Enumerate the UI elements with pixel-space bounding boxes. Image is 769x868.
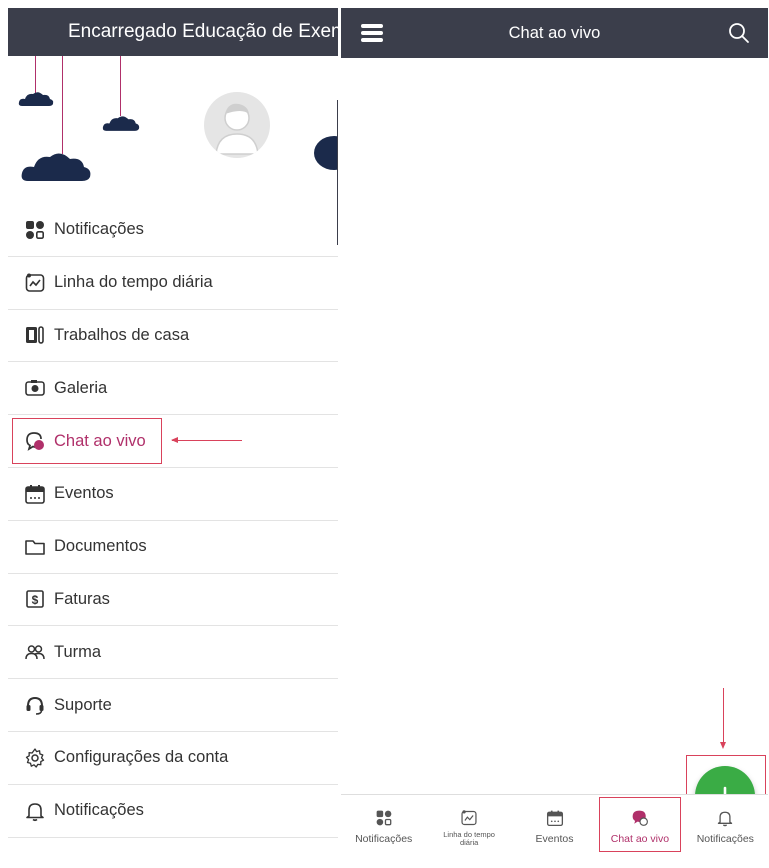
- tab-linha-do-tempo[interactable]: Linha do tempo diária: [426, 795, 511, 860]
- drawer-item-label: Eventos: [54, 484, 114, 503]
- people-icon: [24, 641, 46, 663]
- drawer-item-chat-ao-vivo[interactable]: Chat ao vivo: [8, 415, 338, 468]
- drawer-item-turma[interactable]: Turma: [8, 626, 338, 680]
- tab-label: Notificações: [355, 833, 413, 845]
- tab-chat-ao-vivo[interactable]: Chat ao vivo: [597, 795, 682, 860]
- drawer-item-label: Configurações da conta: [54, 748, 229, 767]
- bottom-tab-bar: Notificações Linha do tempo diária Event…: [341, 794, 768, 860]
- bell-icon: [716, 809, 734, 827]
- annotation-arrow: [720, 688, 726, 749]
- tab-notificacoes[interactable]: Notificações: [341, 795, 426, 860]
- headset-icon: [24, 694, 46, 716]
- chat-screen: Chat ao vivo Notificações Linha do tempo…: [341, 8, 768, 860]
- drawer-item-configuracoes-da-conta[interactable]: Configurações da conta: [8, 732, 338, 785]
- page-title: Chat ao vivo: [508, 24, 601, 42]
- calendar-icon: [24, 483, 46, 505]
- tab-eventos[interactable]: Eventos: [512, 795, 597, 860]
- drawer-item-label: Notificações: [54, 801, 144, 820]
- avatar[interactable]: [204, 92, 270, 158]
- annotation-highlight-box: [599, 797, 681, 852]
- search-icon[interactable]: [727, 21, 751, 45]
- invoice-icon: $: [24, 588, 46, 610]
- drawer-item-label: Linha do tempo diária: [54, 273, 213, 292]
- gear-icon: [24, 747, 46, 769]
- cloud-icon: [18, 92, 54, 106]
- drawer-item-label: Trabalhos de casa: [54, 325, 190, 344]
- tab-label: Eventos: [535, 833, 574, 845]
- drawer-menu: Notificações Linha do tempo diária Traba…: [8, 204, 338, 838]
- drawer-item-galeria[interactable]: Galeria: [8, 362, 338, 416]
- chat-list-area: [341, 58, 768, 839]
- drawer-item-faturas[interactable]: $ Faturas: [8, 574, 338, 627]
- cloud-icon: [314, 136, 338, 170]
- drawer-item-documentos[interactable]: Documentos: [8, 521, 338, 574]
- cloud-icon: [102, 116, 140, 131]
- drawer-item-label: Galeria: [54, 378, 108, 397]
- drawer-item-label: Documentos: [54, 537, 147, 556]
- cloud-icon: [21, 153, 91, 181]
- drawer-item-eventos[interactable]: Eventos: [8, 468, 338, 521]
- drawer-item-label: Notificações: [54, 220, 144, 239]
- drawer-item-suporte[interactable]: Suporte: [8, 679, 338, 732]
- drawer-item-trabalhos-de-casa[interactable]: Trabalhos de casa: [8, 310, 338, 363]
- folder-icon: [24, 536, 46, 558]
- camera-icon: [24, 377, 46, 399]
- drawer-header-title: Encarregado Educação de Exemplo: [8, 8, 338, 56]
- tab-label: Linha do tempo diária: [443, 830, 495, 847]
- chat-header: Chat ao vivo: [341, 8, 768, 58]
- homework-icon: [24, 324, 46, 346]
- tab-notificacoes-bell[interactable]: Notificações: [683, 795, 768, 860]
- annotation-arrow: [171, 437, 242, 444]
- svg-text:$: $: [32, 593, 39, 607]
- drawer-item-linha-do-tempo[interactable]: Linha do tempo diária: [8, 257, 338, 310]
- calendar-icon: [546, 809, 564, 827]
- drawer-item-notificacoes-bell[interactable]: Notificações: [8, 785, 338, 838]
- dashboard-icon: [24, 219, 46, 241]
- dashboard-icon: [375, 809, 393, 827]
- bell-icon: [24, 800, 46, 822]
- drawer-item-label: Suporte: [54, 695, 112, 714]
- drawer-profile-banner: [8, 56, 338, 206]
- timeline-icon: [24, 272, 46, 294]
- drawer-item-notificacoes[interactable]: Notificações: [8, 204, 338, 257]
- drawer-item-label: Turma: [54, 642, 102, 661]
- drawer-item-label: Faturas: [54, 589, 110, 608]
- timeline-icon: [460, 809, 478, 827]
- annotation-highlight-box: [12, 418, 162, 465]
- navigation-drawer: Encarregado Educação de Exemplo: [8, 8, 338, 860]
- tab-label: Notificações: [696, 833, 754, 845]
